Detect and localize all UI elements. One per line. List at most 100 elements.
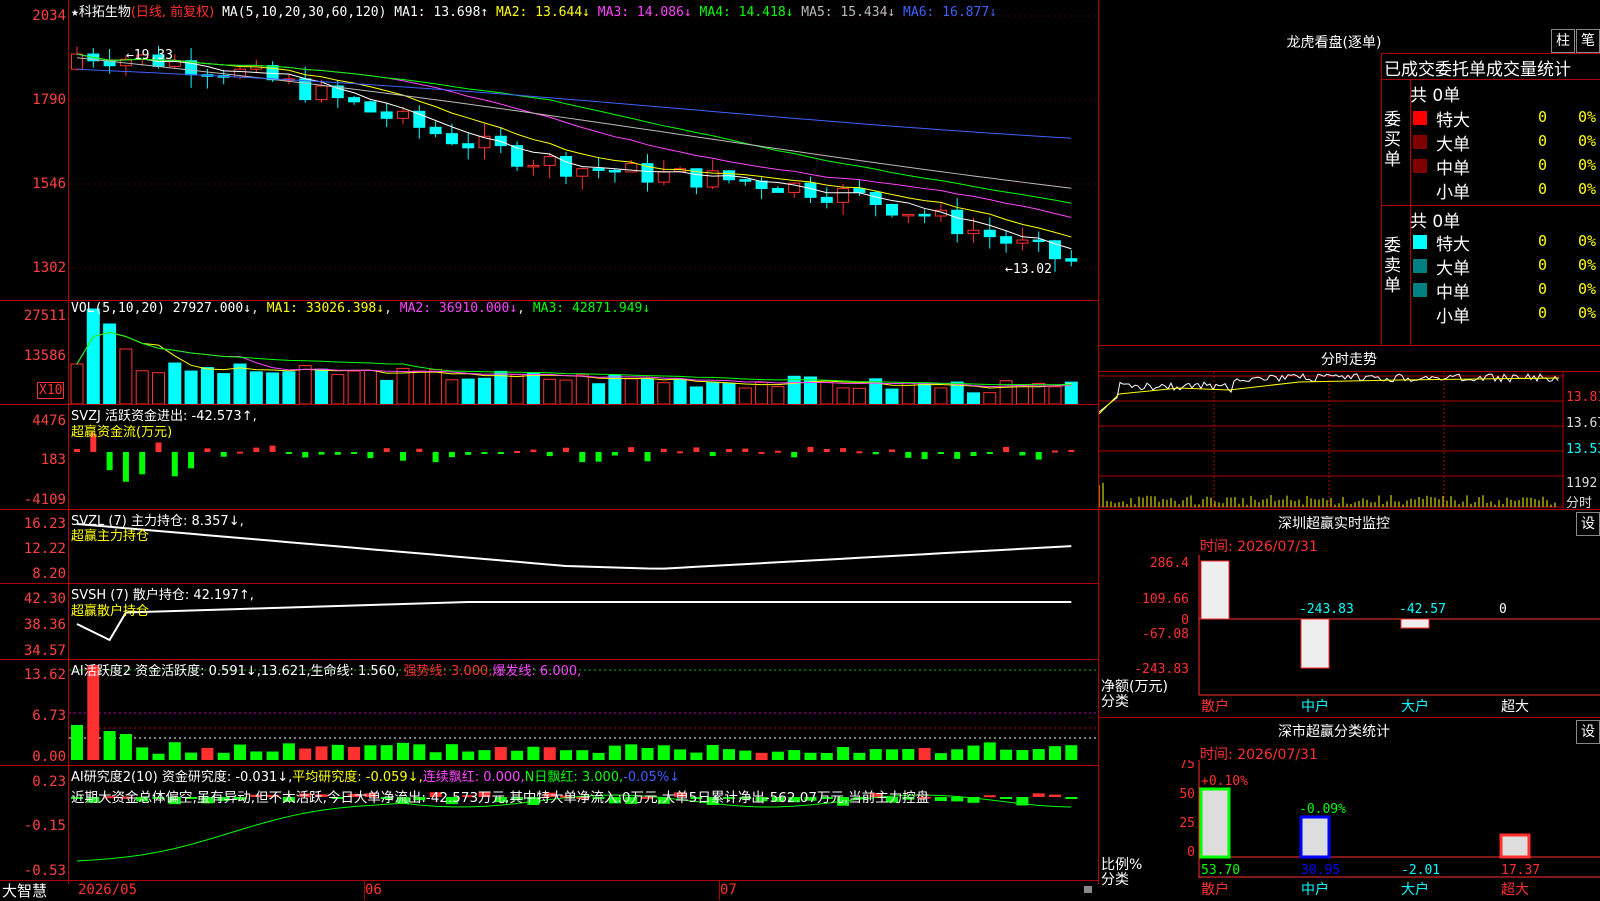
order-percent: 0% — [1578, 132, 1597, 150]
volume-bar — [86, 308, 100, 404]
candle-body — [951, 209, 964, 235]
pen-view-button[interactable]: 笔 — [1576, 29, 1600, 53]
volume-bar — [168, 362, 182, 404]
classify-bar — [1299, 815, 1331, 859]
volume-bar — [1048, 386, 1062, 404]
candle-body — [853, 188, 866, 193]
activity-bar — [918, 747, 931, 760]
activity-bar — [576, 750, 589, 760]
flow-bar — [856, 451, 863, 454]
flow-bar — [139, 452, 146, 475]
activity-bar — [788, 750, 801, 760]
bar-view-button[interactable]: 柱 — [1551, 29, 1575, 53]
flow-bar — [514, 451, 521, 454]
order-type-label: 中单 — [1436, 159, 1470, 179]
flow-bar — [122, 452, 129, 482]
order-count: 0 — [1538, 256, 1548, 274]
candle-body — [869, 191, 882, 205]
volume-bar — [412, 370, 426, 404]
vol-axis-2: 13586 — [23, 348, 66, 364]
volume-bar — [706, 381, 720, 404]
vol-value: 27927.000↓ — [172, 301, 252, 316]
candle-body — [592, 168, 605, 171]
classify-category: 中户 — [1301, 881, 1329, 898]
flow-bar — [530, 449, 537, 452]
ma-line — [76, 53, 1072, 238]
sell-orders-label: 委卖单 — [1384, 236, 1401, 296]
candle-body — [837, 188, 850, 203]
volume-bar — [689, 386, 703, 404]
lock-icon[interactable] — [1084, 886, 1092, 893]
volume-bar — [184, 370, 198, 404]
activity-bar — [511, 750, 524, 760]
vol-ma1: MA1: 33026.398↓ — [266, 301, 385, 316]
candle-body — [771, 188, 784, 193]
flow-bar — [383, 448, 390, 452]
candle-body — [462, 143, 475, 149]
intraday-title: 分时走势 — [1321, 352, 1377, 368]
candle-body — [820, 196, 833, 203]
activity-bar — [608, 745, 621, 760]
main-axis-3: 1546 — [32, 176, 66, 192]
activity-bar — [397, 742, 409, 760]
monitor-settings-button[interactable]: 设 — [1576, 512, 1600, 536]
flow-bar — [465, 452, 472, 455]
flow-bar — [302, 452, 309, 458]
activity-bar — [1065, 745, 1078, 760]
classify-settings-button[interactable]: 设 — [1576, 720, 1600, 744]
chart-mode: (日线, 前复权) — [130, 5, 215, 20]
volume-bar — [347, 370, 361, 404]
flow-bar — [400, 452, 406, 461]
volume-bar — [804, 376, 817, 404]
volume-bar — [738, 387, 752, 404]
activity-bar — [364, 745, 377, 760]
activity-bar — [1016, 750, 1029, 760]
candle-body — [71, 53, 83, 70]
svzl-axis-2: 12.22 — [23, 541, 66, 557]
activity-bar — [445, 744, 458, 760]
ai1-axis-2: 6.73 — [32, 708, 66, 724]
flow-bar — [1035, 452, 1042, 460]
classify-value-label: 30.95 — [1301, 863, 1340, 878]
ai1-life: 生命线: 1.560, — [310, 664, 400, 679]
flow-bar — [351, 452, 358, 454]
svzj-axis-2: 183 — [40, 452, 66, 468]
activity-bar — [739, 750, 752, 760]
ai1-axis-3: 0.00 — [32, 749, 66, 765]
activity-bar — [641, 748, 654, 760]
order-percent: 0% — [1578, 108, 1597, 126]
volume-panel[interactable] — [69, 301, 1098, 404]
candle-body — [1032, 239, 1045, 243]
volume-bar — [249, 371, 263, 404]
volume-bar — [608, 374, 622, 404]
ai2-comment: 近期大资金总体偏空,虽有异动,但不太活跃,今日大单净流出:-42.573万元,其… — [71, 790, 930, 806]
date-label-jul: 07 — [720, 882, 737, 898]
activity-bar — [478, 750, 491, 760]
candle-body — [739, 179, 752, 182]
volume-bar — [200, 367, 214, 404]
stock-name[interactable]: 科拓生物 — [79, 5, 131, 20]
flow-bar — [986, 452, 993, 454]
volume-bar — [852, 387, 866, 404]
activity-bar — [804, 752, 817, 760]
candle-body — [804, 182, 817, 198]
classify-top-label: -0.09% — [1299, 802, 1346, 817]
candle-body — [1000, 236, 1013, 244]
flow-bar — [872, 452, 879, 455]
classify-title: 深市超赢分类统计 — [1278, 724, 1390, 740]
intraday-chart[interactable] — [1099, 372, 1564, 508]
flow-bar — [660, 448, 667, 452]
order-count: 0 — [1538, 108, 1548, 126]
flow-bar — [416, 448, 423, 452]
flow-bar — [481, 452, 488, 454]
activity-bar — [1032, 749, 1045, 760]
monitor-axis-label: 286.4 — [1150, 556, 1189, 571]
activity-bar — [315, 746, 328, 760]
flow-bar — [807, 446, 814, 452]
legend-swatch — [1413, 307, 1427, 321]
main-chart-panel[interactable] — [69, 0, 1098, 300]
volume-bar — [461, 378, 475, 404]
ai2-axis-3: -0.53 — [23, 863, 66, 879]
activity-bar — [983, 742, 996, 760]
candle-body — [657, 171, 670, 183]
